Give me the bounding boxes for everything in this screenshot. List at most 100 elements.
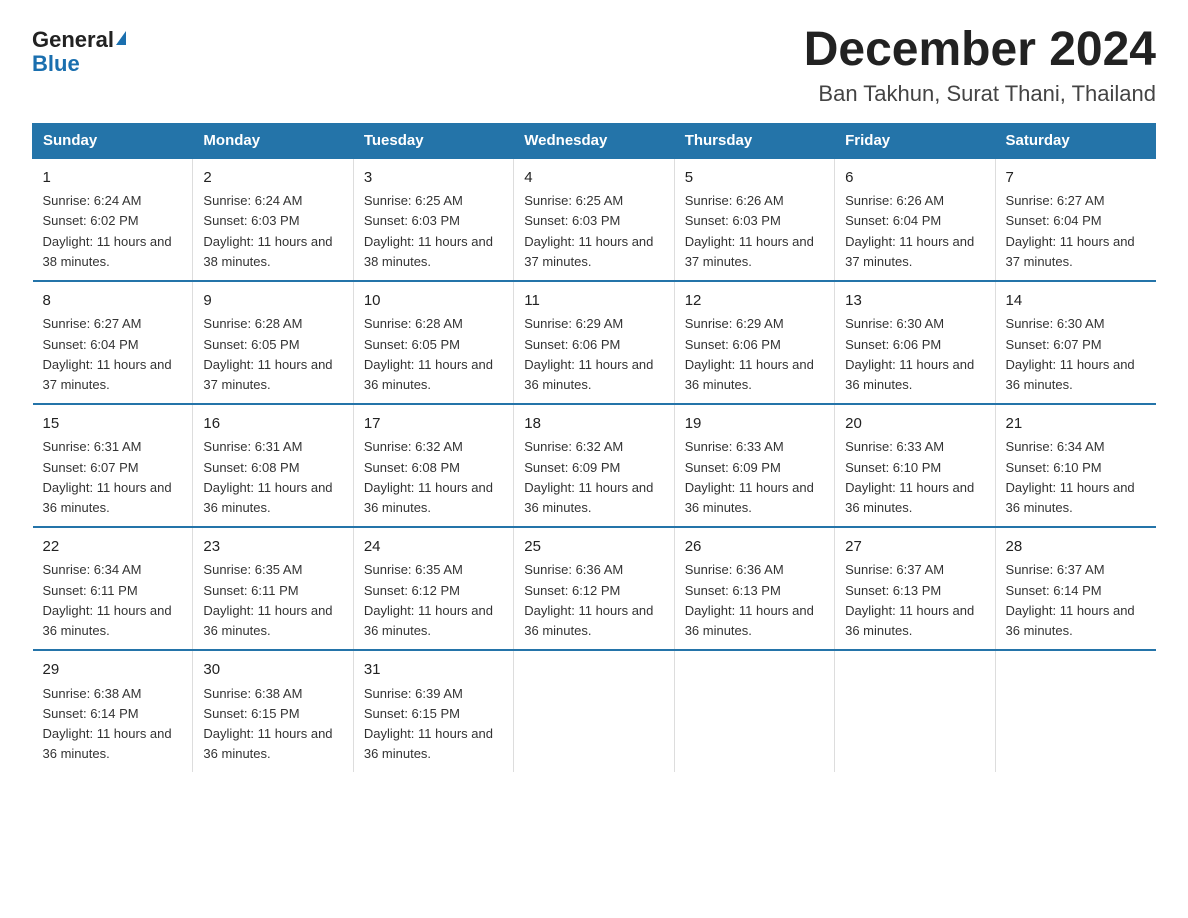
- day-number: 16: [203, 413, 342, 436]
- table-row: 24Sunrise: 6:35 AMSunset: 6:12 PMDayligh…: [353, 527, 513, 650]
- day-info: Sunrise: 6:34 AMSunset: 6:11 PMDaylight:…: [43, 562, 172, 637]
- table-row: 31 Sunrise: 6:39 AMSunset: 6:15 PMDayligh…: [353, 650, 513, 772]
- calendar-week-row: 29 Sunrise: 6:38 AMSunset: 6:14 PMDayligh…: [33, 650, 1156, 772]
- day-number: 18: [524, 413, 663, 436]
- table-row: 7 Sunrise: 6:27 AMSunset: 6:04 PMDaylight…: [995, 158, 1155, 281]
- logo-blue: Blue: [32, 52, 80, 76]
- calendar-week-row: 8Sunrise: 6:27 AMSunset: 6:04 PMDaylight…: [33, 281, 1156, 404]
- day-info: Sunrise: 6:27 AMSunset: 6:04 PMDaylight:…: [1006, 193, 1135, 268]
- day-number: 2: [203, 167, 342, 190]
- table-row: 6Sunrise: 6:26 AMSunset: 6:04 PMDaylight…: [835, 158, 995, 281]
- table-row: 12Sunrise: 6:29 AMSunset: 6:06 PMDayligh…: [674, 281, 834, 404]
- day-info: Sunrise: 6:33 AMSunset: 6:09 PMDaylight:…: [685, 439, 814, 514]
- day-info: Sunrise: 6:25 AMSunset: 6:03 PMDaylight:…: [524, 193, 653, 268]
- table-row: 30 Sunrise: 6:38 AMSunset: 6:15 PMDayligh…: [193, 650, 353, 772]
- day-info: Sunrise: 6:30 AMSunset: 6:06 PMDaylight:…: [845, 316, 974, 391]
- table-row: 21 Sunrise: 6:34 AMSunset: 6:10 PMDayligh…: [995, 404, 1155, 527]
- day-info: Sunrise: 6:37 AMSunset: 6:14 PMDaylight:…: [1006, 562, 1135, 637]
- day-number: 12: [685, 290, 824, 313]
- day-number: 19: [685, 413, 824, 436]
- calendar-week-row: 22 Sunrise: 6:34 AMSunset: 6:11 PMDayligh…: [33, 527, 1156, 650]
- day-info: Sunrise: 6:35 AMSunset: 6:11 PMDaylight:…: [203, 562, 332, 637]
- day-number: 6: [845, 167, 984, 190]
- calendar-table: Sunday Monday Tuesday Wednesday Thursday…: [32, 123, 1156, 772]
- day-info: Sunrise: 6:30 AMSunset: 6:07 PMDaylight:…: [1006, 316, 1135, 391]
- day-number: 7: [1006, 167, 1146, 190]
- day-number: 17: [364, 413, 503, 436]
- day-info: Sunrise: 6:37 AMSunset: 6:13 PMDaylight:…: [845, 562, 974, 637]
- table-row: 20 Sunrise: 6:33 AMSunset: 6:10 PMDayligh…: [835, 404, 995, 527]
- day-number: 4: [524, 167, 663, 190]
- table-row: 14 Sunrise: 6:30 AMSunset: 6:07 PMDayligh…: [995, 281, 1155, 404]
- day-number: 15: [43, 413, 183, 436]
- table-row: 29 Sunrise: 6:38 AMSunset: 6:14 PMDayligh…: [33, 650, 193, 772]
- day-number: 5: [685, 167, 824, 190]
- table-row: 4 Sunrise: 6:25 AMSunset: 6:03 PMDaylight…: [514, 158, 674, 281]
- day-number: 13: [845, 290, 984, 313]
- calendar-week-row: 1Sunrise: 6:24 AMSunset: 6:02 PMDaylight…: [33, 158, 1156, 281]
- day-info: Sunrise: 6:24 AMSunset: 6:02 PMDaylight:…: [43, 193, 172, 268]
- day-number: 29: [43, 659, 183, 682]
- day-info: Sunrise: 6:26 AMSunset: 6:03 PMDaylight:…: [685, 193, 814, 268]
- day-number: 30: [203, 659, 342, 682]
- table-row: 19 Sunrise: 6:33 AMSunset: 6:09 PMDayligh…: [674, 404, 834, 527]
- day-info: Sunrise: 6:24 AMSunset: 6:03 PMDaylight:…: [203, 193, 332, 268]
- table-row: 26Sunrise: 6:36 AMSunset: 6:13 PMDayligh…: [674, 527, 834, 650]
- calendar-week-row: 15 Sunrise: 6:31 AMSunset: 6:07 PMDayligh…: [33, 404, 1156, 527]
- page-header: General Blue December 2024 Ban Takhun, S…: [32, 24, 1156, 107]
- table-row: 9 Sunrise: 6:28 AMSunset: 6:05 PMDaylight…: [193, 281, 353, 404]
- calendar-header-row: Sunday Monday Tuesday Wednesday Thursday…: [33, 123, 1156, 158]
- day-number: 27: [845, 536, 984, 559]
- table-row: 16Sunrise: 6:31 AMSunset: 6:08 PMDayligh…: [193, 404, 353, 527]
- table-row: [514, 650, 674, 772]
- table-row: 28Sunrise: 6:37 AMSunset: 6:14 PMDayligh…: [995, 527, 1155, 650]
- table-row: [835, 650, 995, 772]
- calendar-subtitle: Ban Takhun, Surat Thani, Thailand: [804, 81, 1156, 107]
- header-saturday: Saturday: [995, 123, 1155, 158]
- table-row: 17 Sunrise: 6:32 AMSunset: 6:08 PMDayligh…: [353, 404, 513, 527]
- logo: General Blue: [32, 28, 126, 76]
- header-monday: Monday: [193, 123, 353, 158]
- day-number: 22: [43, 536, 183, 559]
- day-number: 26: [685, 536, 824, 559]
- day-info: Sunrise: 6:31 AMSunset: 6:07 PMDaylight:…: [43, 439, 172, 514]
- day-info: Sunrise: 6:29 AMSunset: 6:06 PMDaylight:…: [524, 316, 653, 391]
- day-info: Sunrise: 6:38 AMSunset: 6:15 PMDaylight:…: [203, 686, 332, 761]
- table-row: 22 Sunrise: 6:34 AMSunset: 6:11 PMDayligh…: [33, 527, 193, 650]
- day-number: 20: [845, 413, 984, 436]
- day-number: 14: [1006, 290, 1146, 313]
- table-row: 11Sunrise: 6:29 AMSunset: 6:06 PMDayligh…: [514, 281, 674, 404]
- day-info: Sunrise: 6:33 AMSunset: 6:10 PMDaylight:…: [845, 439, 974, 514]
- day-number: 21: [1006, 413, 1146, 436]
- day-info: Sunrise: 6:32 AMSunset: 6:09 PMDaylight:…: [524, 439, 653, 514]
- day-number: 25: [524, 536, 663, 559]
- table-row: 5 Sunrise: 6:26 AMSunset: 6:03 PMDaylight…: [674, 158, 834, 281]
- day-info: Sunrise: 6:28 AMSunset: 6:05 PMDaylight:…: [203, 316, 332, 391]
- table-row: 10Sunrise: 6:28 AMSunset: 6:05 PMDayligh…: [353, 281, 513, 404]
- table-row: [995, 650, 1155, 772]
- day-number: 31: [364, 659, 503, 682]
- table-row: 18 Sunrise: 6:32 AMSunset: 6:09 PMDayligh…: [514, 404, 674, 527]
- day-info: Sunrise: 6:34 AMSunset: 6:10 PMDaylight:…: [1006, 439, 1135, 514]
- table-row: 2 Sunrise: 6:24 AMSunset: 6:03 PMDaylight…: [193, 158, 353, 281]
- table-row: 27 Sunrise: 6:37 AMSunset: 6:13 PMDayligh…: [835, 527, 995, 650]
- table-row: 3Sunrise: 6:25 AMSunset: 6:03 PMDaylight…: [353, 158, 513, 281]
- header-friday: Friday: [835, 123, 995, 158]
- logo-triangle-icon: [116, 31, 126, 45]
- table-row: 23Sunrise: 6:35 AMSunset: 6:11 PMDayligh…: [193, 527, 353, 650]
- header-thursday: Thursday: [674, 123, 834, 158]
- title-block: December 2024 Ban Takhun, Surat Thani, T…: [804, 24, 1156, 107]
- day-info: Sunrise: 6:38 AMSunset: 6:14 PMDaylight:…: [43, 686, 172, 761]
- header-wednesday: Wednesday: [514, 123, 674, 158]
- day-number: 9: [203, 290, 342, 313]
- calendar-title: December 2024: [804, 24, 1156, 77]
- day-info: Sunrise: 6:28 AMSunset: 6:05 PMDaylight:…: [364, 316, 493, 391]
- day-info: Sunrise: 6:39 AMSunset: 6:15 PMDaylight:…: [364, 686, 493, 761]
- table-row: [674, 650, 834, 772]
- day-number: 24: [364, 536, 503, 559]
- table-row: 1Sunrise: 6:24 AMSunset: 6:02 PMDaylight…: [33, 158, 193, 281]
- table-row: 25Sunrise: 6:36 AMSunset: 6:12 PMDayligh…: [514, 527, 674, 650]
- day-info: Sunrise: 6:32 AMSunset: 6:08 PMDaylight:…: [364, 439, 493, 514]
- day-number: 3: [364, 167, 503, 190]
- day-number: 8: [43, 290, 183, 313]
